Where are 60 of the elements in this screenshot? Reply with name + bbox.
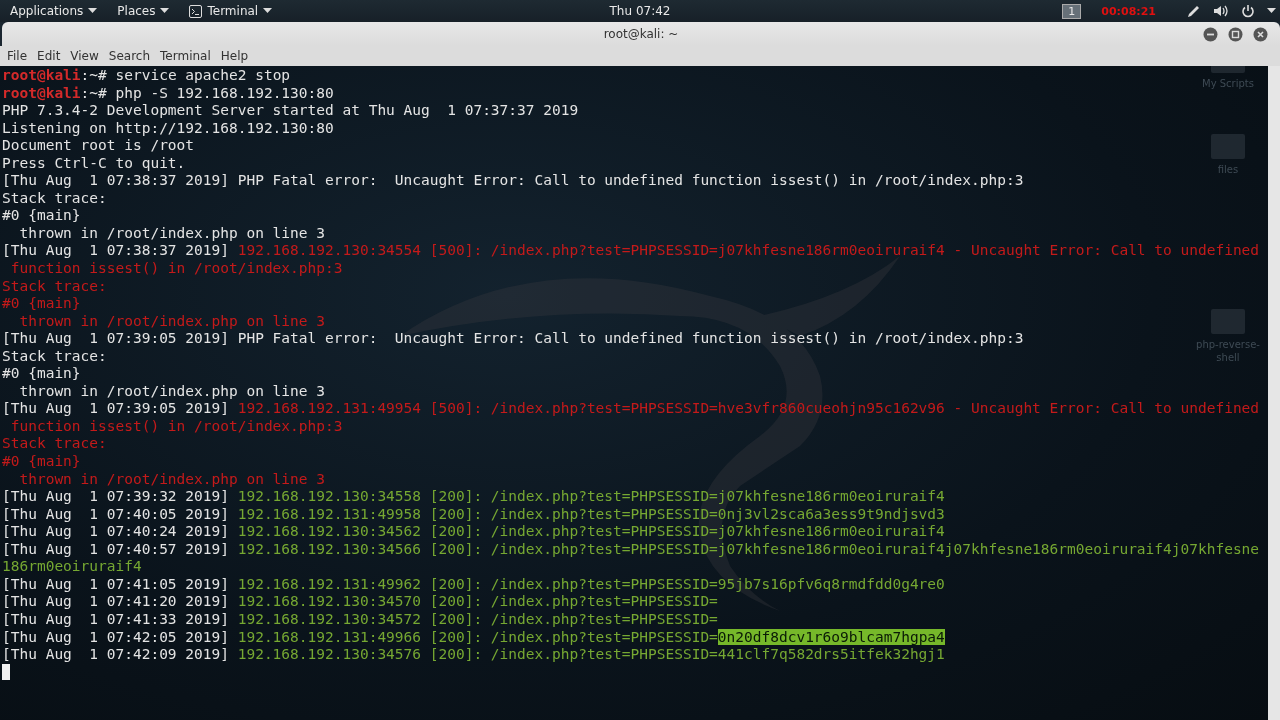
terminal-line: #0 {main} (2, 453, 81, 471)
terminal-line: root@kali:~# php -S 192.168.192.130:80 (2, 84, 334, 103)
terminal-line: thrown in /root/index.php on line 3 (18, 382, 325, 401)
terminal-icon (189, 4, 203, 18)
window-title: root@kali: ~ (603, 27, 679, 41)
terminal-line: thrown in /root/index.php on line 3 (18, 224, 325, 243)
terminal-line: [Thu Aug 1 07:40:24 2019] 192.168.192.130:34562 [200]: /index.php?test=PHPSESSID=j07khfesne186rm0eoiruraif4 (2, 523, 945, 541)
terminal-line: #0 {main} (2, 365, 81, 383)
speaker-icon[interactable] (1213, 4, 1229, 18)
terminal-line: Stack trace: (2, 189, 107, 208)
clock[interactable]: Thu 07:42 (609, 4, 671, 18)
terminal-line: 186rm0eoiruraif4 (2, 558, 142, 576)
terminal-line: [Thu Aug 1 07:39:32 2019] 192.168.192.130:34558 [200]: /index.php?test=PHPSESSID=j07khfesne186rm0eoiruraif4 (2, 488, 945, 506)
menu-item[interactable]: File (2, 49, 33, 63)
terminal-line: Stack trace: (2, 277, 107, 296)
menu-item[interactable]: Terminal (155, 49, 216, 63)
terminal-line: thrown in /root/index.php on line 3 (18, 470, 325, 489)
terminal-line: Stack trace: (2, 435, 107, 454)
scrollbar[interactable] (1268, 66, 1280, 720)
menu-item[interactable]: View (65, 49, 104, 63)
caret-icon (160, 8, 170, 14)
text-cursor (2, 663, 10, 680)
menu-item[interactable]: Help (215, 49, 254, 63)
terminal-line: Press Ctrl-C to quit. (2, 154, 186, 173)
terminal-line: [Thu Aug 1 07:41:05 2019] 192.168.192.131:49962 [200]: /index.php?test=PHPSESSID=95jb7s16pfv6q8rmdfdd0g4re0 (2, 575, 945, 594)
maximize-icon[interactable] (1228, 27, 1243, 42)
terminal-line: [Thu Aug 1 07:38:37 2019] PHP Fatal error: Uncaught Error: Call to undefined function issest() in /root/index.php:3 (2, 172, 1024, 190)
panel-menu[interactable]: Terminal (187, 4, 275, 18)
terminal-line: [Thu Aug 1 07:41:33 2019] 192.168.192.130:34572 [200]: /index.php?test=PHPSESSID= (2, 610, 718, 629)
caret-icon[interactable] (1267, 8, 1276, 14)
power-icon[interactable] (1241, 4, 1255, 18)
caret-icon (88, 8, 98, 14)
terminal-line: root@kali:~# service apache2 stop (2, 67, 291, 85)
close-icon[interactable] (1253, 27, 1268, 42)
terminal-line: Document root is /root (2, 137, 195, 155)
terminal-line: [Thu Aug 1 07:40:05 2019] 192.168.192.131:49958 [200]: /index.php?test=PHPSESSID=0nj3vl2sca6a3ess9t9ndjsvd3 (2, 505, 945, 524)
terminal-line: [Thu Aug 1 07:42:05 2019] 192.168.192.131:49966 [200]: /index.php?test=PHPSESSID=0n20df8dcv1r6o9blcam7hgpa4 (2, 628, 945, 647)
minimize-icon[interactable] (1203, 27, 1218, 42)
recording-timer: 00:08:21 (1101, 4, 1156, 18)
caret-icon (263, 8, 273, 14)
terminal-line: Stack trace: (2, 347, 107, 366)
terminal-line: [Thu Aug 1 07:40:57 2019] 192.168.192.130:34566 [200]: /index.php?test=PHPSESSID=j07khfesne186rm0eoiruraif4j07khfesne186rm0eoiruraif4j07khfesne (2, 540, 1260, 559)
panel-menu[interactable]: Applications (8, 4, 100, 18)
pen-icon[interactable] (1186, 3, 1201, 19)
terminal-line: [Thu Aug 1 07:39:05 2019] PHP Fatal error: Uncaught Error: Call to undefined function issest() in /root/index.php:3 (2, 330, 1024, 348)
terminal-line: thrown in /root/index.php on line 3 (18, 312, 325, 331)
terminal-line: function issest() in /root/index.php:3 (9, 260, 343, 278)
panel-menu[interactable]: Places (115, 4, 172, 18)
terminal-line: function issest() in /root/index.php:3 (9, 417, 343, 436)
terminal-line: Listening on http://192.168.192.130:80 (2, 119, 334, 138)
menu-item[interactable]: Edit (32, 49, 66, 63)
terminal-line: [Thu Aug 1 07:38:37 2019] 192.168.192.130:34554 [500]: /index.php?test=PHPSESSID=j07khfesne186rm0eoiruraif4 - Uncaught Error: Call to undefined (2, 242, 1260, 260)
terminal-line: PHP 7.3.4-2 Development Server started at Thu Aug 1 07:37:37 2019 (2, 102, 579, 120)
menu-item[interactable]: Search (103, 49, 156, 63)
terminal-line: #0 {main} (2, 295, 81, 313)
terminal-line: [Thu Aug 1 07:39:05 2019] 192.168.192.131:49954 [500]: /index.php?test=PHPSESSID=hve3vfr860cueohjn95c162v96 - Uncaught Error: Call to undefined (2, 400, 1260, 418)
terminal-line: [Thu Aug 1 07:41:20 2019] 192.168.192.130:34570 [200]: /index.php?test=PHPSESSID= (2, 593, 718, 611)
terminal-line: [Thu Aug 1 07:42:09 2019] 192.168.192.130:34576 [200]: /index.php?test=PHPSESSID=441clf7q582drs5itfek32hgj1 (2, 646, 945, 664)
workspace-indicator[interactable]: 1 (1062, 3, 1082, 19)
terminal-line: #0 {main} (2, 207, 81, 225)
